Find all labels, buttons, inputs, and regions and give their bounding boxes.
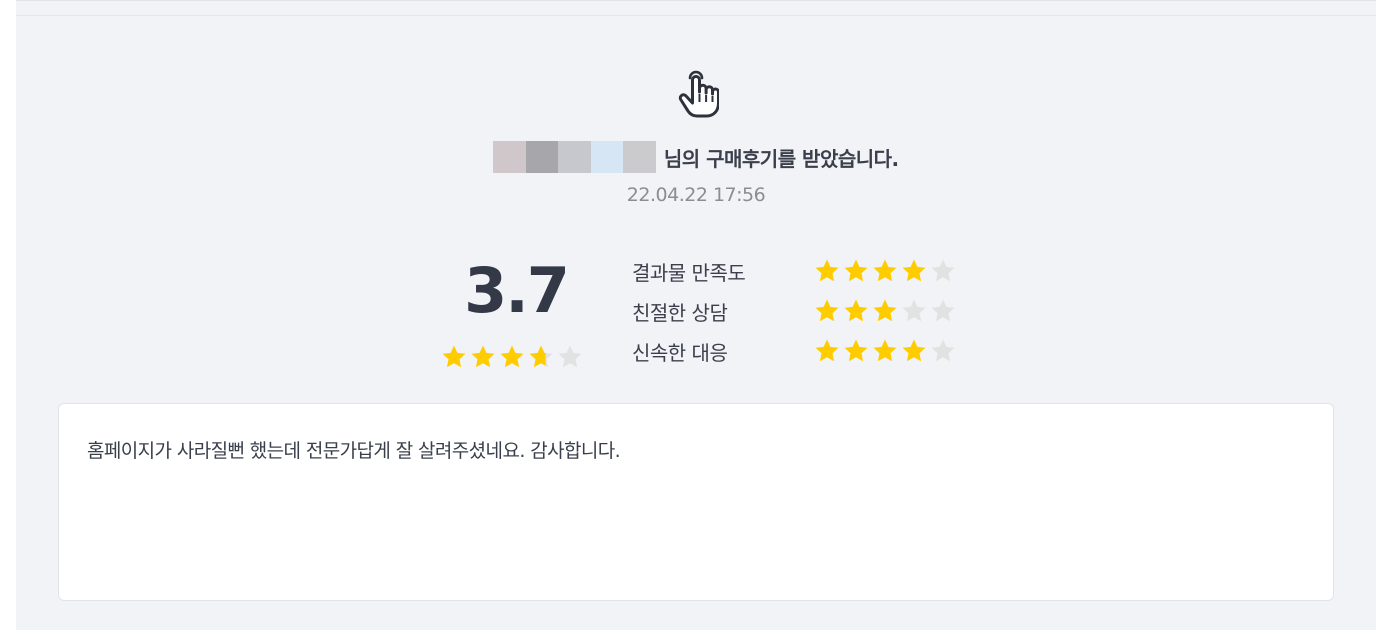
star-filled-icon [815, 339, 839, 362]
headline: 님의 구매후기를 받았습니다. [16, 141, 1376, 173]
star-empty-icon [931, 259, 955, 282]
star-empty-icon [902, 299, 926, 322]
blurred-username [493, 141, 656, 173]
star-filled-icon [873, 299, 897, 322]
criteria-label: 친절한 상담 [632, 301, 728, 325]
criteria-star-rating [813, 257, 957, 285]
star-empty-icon [558, 345, 582, 368]
blur-block [493, 141, 526, 173]
criteria-label: 신속한 대응 [632, 341, 728, 365]
star-filled-icon [844, 299, 868, 322]
overall-star-rating [440, 343, 584, 371]
star-filled-icon [873, 259, 897, 282]
criteria-row: 결과물 만족도 [632, 253, 972, 293]
criteria-row: 신속한 대응 [632, 333, 972, 373]
blur-block [623, 141, 656, 173]
review-box: 홈페이지가 사라질뻔 했는데 전문가답게 잘 살려주셨네요. 감사합니다. [58, 403, 1334, 601]
star-empty-icon [931, 339, 955, 362]
overall-score-block: 3.7 [436, 251, 596, 331]
divider [16, 15, 1376, 16]
criteria-star-rating [813, 297, 957, 325]
blur-block [558, 141, 591, 173]
pointing-hand-icon [678, 70, 719, 118]
star-filled-icon [873, 339, 897, 362]
overall-score: 3.7 [464, 254, 570, 327]
headline-message: 님의 구매후기를 받았습니다. [663, 146, 899, 171]
blur-block [525, 141, 559, 173]
star-filled-icon [815, 259, 839, 282]
review-panel: 님의 구매후기를 받았습니다. 22.04.22 17:56 3.7 결과물 만… [16, 0, 1376, 630]
blur-block [590, 141, 624, 173]
review-date: 22.04.22 17:56 [626, 184, 766, 206]
criteria-row: 친절한 상담 [632, 293, 972, 333]
criteria-label: 결과물 만족도 [632, 261, 746, 285]
star-half-icon [529, 345, 553, 368]
star-empty-icon [931, 299, 955, 322]
criteria-ratings: 결과물 만족도친절한 상담신속한 대응 [632, 253, 972, 373]
star-filled-icon [500, 345, 524, 368]
review-text: 홈페이지가 사라질뻔 했는데 전문가답게 잘 살려주셨네요. 감사합니다. [87, 440, 621, 462]
star-filled-icon [902, 259, 926, 282]
star-filled-icon [815, 299, 839, 322]
star-filled-icon [442, 345, 466, 368]
star-filled-icon [844, 259, 868, 282]
star-filled-icon [471, 345, 495, 368]
star-filled-icon [844, 339, 868, 362]
criteria-star-rating [813, 337, 957, 365]
star-filled-icon [902, 339, 926, 362]
